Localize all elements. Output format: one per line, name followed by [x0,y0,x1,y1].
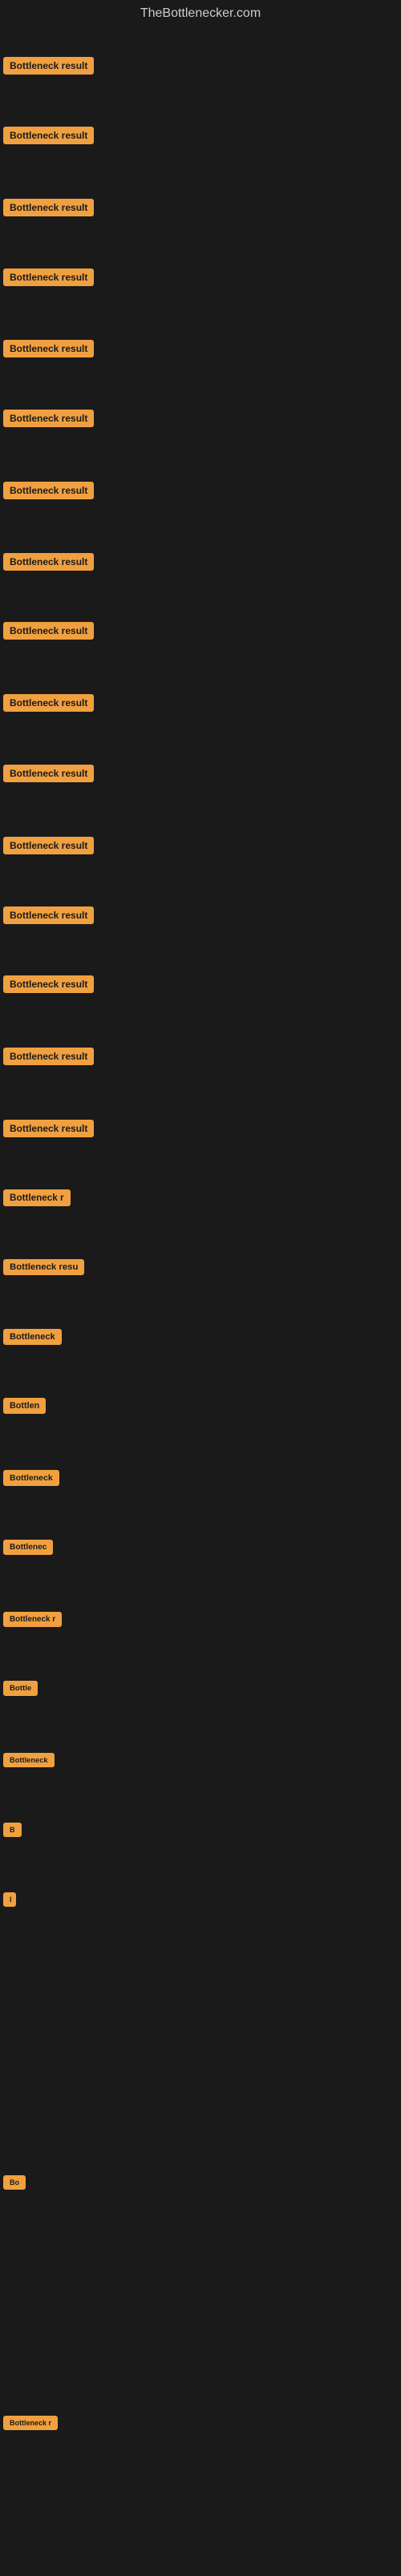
bottleneck-badge-15: Bottleneck result [3,1048,94,1065]
bottleneck-badge-29: Bottleneck r [3,2416,58,2430]
bottleneck-badge-21: Bottleneck [3,1470,59,1486]
bottleneck-item-17[interactable]: Bottleneck r [3,1189,71,1210]
bottleneck-badge-26: B [3,1823,22,1837]
bottleneck-item-8[interactable]: Bottleneck result [3,553,94,575]
bottleneck-badge-25: Bottleneck [3,1753,55,1767]
bottleneck-badge-7: Bottleneck result [3,482,94,499]
bottleneck-item-6[interactable]: Bottleneck result [3,410,94,431]
bottleneck-badge-24: Bottle [3,1681,38,1696]
bottleneck-badge-17: Bottleneck r [3,1189,71,1206]
bottleneck-item-10[interactable]: Bottleneck result [3,694,94,716]
bottleneck-item-12[interactable]: Bottleneck result [3,837,94,858]
bottleneck-badge-27: I [3,1892,16,1907]
site-title: TheBottlenecker.com [0,0,401,27]
bottleneck-badge-3: Bottleneck result [3,199,94,216]
bottleneck-item-3[interactable]: Bottleneck result [3,199,94,220]
bottleneck-item-9[interactable]: Bottleneck result [3,622,94,644]
bottleneck-badge-6: Bottleneck result [3,410,94,427]
bottleneck-badge-12: Bottleneck result [3,837,94,854]
bottleneck-item-19[interactable]: Bottleneck [3,1329,62,1349]
bottleneck-item-14[interactable]: Bottleneck result [3,975,94,997]
bottleneck-badge-23: Bottleneck r [3,1612,62,1627]
bottleneck-item-11[interactable]: Bottleneck result [3,765,94,786]
bottleneck-item-1[interactable]: Bottleneck result [3,57,94,79]
bottleneck-badge-9: Bottleneck result [3,622,94,640]
bottleneck-item-13[interactable]: Bottleneck result [3,906,94,928]
bottleneck-badge-13: Bottleneck result [3,906,94,924]
bottleneck-item-26[interactable]: B [3,1823,22,1841]
bottleneck-badge-14: Bottleneck result [3,975,94,993]
bottleneck-badge-20: Bottlen [3,1398,46,1414]
bottleneck-item-24[interactable]: Bottle [3,1681,38,1700]
bottleneck-badge-5: Bottleneck result [3,340,94,357]
bottleneck-item-20[interactable]: Bottlen [3,1398,46,1418]
bottleneck-item-16[interactable]: Bottleneck result [3,1120,94,1141]
bottleneck-item-15[interactable]: Bottleneck result [3,1048,94,1069]
bottleneck-item-25[interactable]: Bottleneck [3,1753,55,1771]
bottleneck-badge-2: Bottleneck result [3,127,94,144]
bottleneck-item-7[interactable]: Bottleneck result [3,482,94,503]
bottleneck-badge-22: Bottlenec [3,1540,53,1555]
bottleneck-badge-4: Bottleneck result [3,269,94,286]
bottleneck-item-23[interactable]: Bottleneck r [3,1612,62,1631]
bottleneck-item-4[interactable]: Bottleneck result [3,269,94,290]
bottleneck-badge-8: Bottleneck result [3,553,94,571]
bottleneck-item-5[interactable]: Bottleneck result [3,340,94,361]
bottleneck-badge-11: Bottleneck result [3,765,94,782]
bottleneck-item-2[interactable]: Bottleneck result [3,127,94,148]
bottleneck-item-29[interactable]: Bottleneck r [3,2416,58,2434]
bottleneck-item-21[interactable]: Bottleneck [3,1470,59,1490]
bottleneck-item-18[interactable]: Bottleneck resu [3,1259,84,1279]
bottleneck-badge-10: Bottleneck result [3,694,94,712]
bottleneck-badge-18: Bottleneck resu [3,1259,84,1275]
bottleneck-badge-16: Bottleneck result [3,1120,94,1137]
bottleneck-badge-19: Bottleneck [3,1329,62,1345]
bottleneck-item-27[interactable]: I [3,1892,16,1911]
bottleneck-badge-1: Bottleneck result [3,57,94,75]
bottleneck-badge-28: Bo [3,2175,26,2190]
bottleneck-item-22[interactable]: Bottlenec [3,1540,53,1559]
bottleneck-item-28[interactable]: Bo [3,2175,26,2194]
